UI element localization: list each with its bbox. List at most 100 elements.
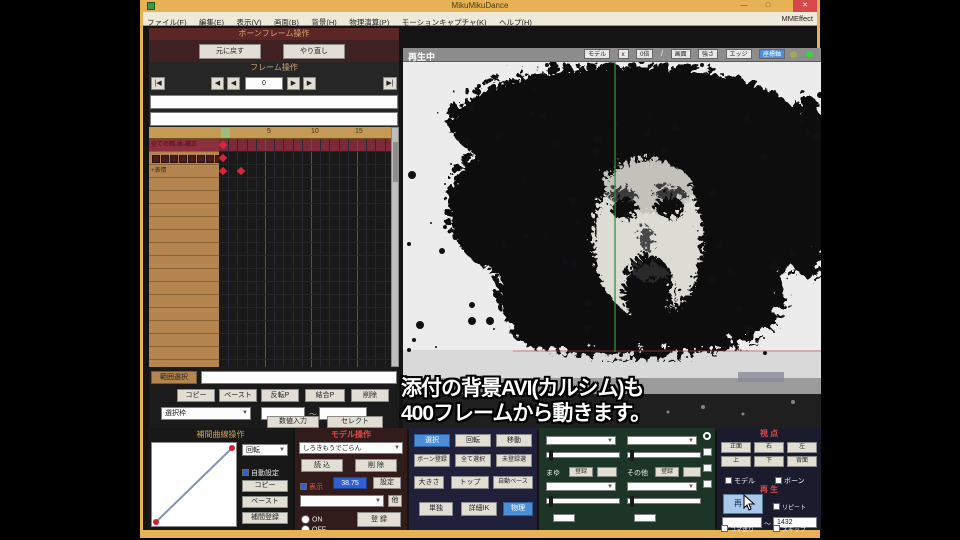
timeline-empty-row-label[interactable] <box>149 321 219 334</box>
frame-prev-button[interactable]: ◀ <box>227 77 240 90</box>
delete-button[interactable]: 削除 <box>351 389 389 402</box>
undo-button[interactable]: 元に戻す <box>199 44 261 59</box>
model-register-button[interactable]: 登 録 <box>357 512 401 527</box>
paste-button[interactable]: ペースト <box>219 389 257 402</box>
bone-select-button[interactable]: 選択 <box>414 434 450 447</box>
timeline-empty-row-label[interactable] <box>149 243 219 256</box>
numeric-input-button[interactable]: 数値入力 <box>267 416 319 428</box>
facial-spin-box-2[interactable] <box>703 464 712 472</box>
model-sub-combo[interactable]: ▼ <box>300 495 384 507</box>
menu-mocap[interactable]: モーションキャプチャ(K) <box>398 15 491 28</box>
brow-extra-button[interactable] <box>597 467 617 477</box>
menu-view[interactable]: 表示(V) <box>232 15 265 28</box>
select-frame-combo[interactable]: 選択枠 ▼ <box>161 407 251 420</box>
slider-thumb[interactable] <box>549 496 553 507</box>
top-button[interactable]: トップ <box>451 476 489 489</box>
view-left-button[interactable]: 左 <box>787 442 817 453</box>
facial-spin-box-3[interactable] <box>703 480 712 488</box>
other-register-button[interactable]: 登録 <box>655 467 679 477</box>
curve-target-combo[interactable]: 回転 ▼ <box>242 444 288 456</box>
bone-move-button[interactable]: 移動 <box>496 434 532 447</box>
frame-first-button[interactable]: |◀ <box>151 77 165 90</box>
redo-button[interactable]: やり直し <box>283 44 345 59</box>
curve-copy-button[interactable]: コピー <box>242 480 288 492</box>
camera-follow-icon[interactable] <box>703 432 711 440</box>
maximize-button[interactable]: □ <box>759 1 777 11</box>
slider-thumb[interactable] <box>630 450 634 461</box>
physics-button[interactable]: 物理 <box>503 502 533 516</box>
slider-thumb[interactable] <box>549 450 553 461</box>
minimize-button[interactable]: — <box>735 1 753 11</box>
timeline-empty-row-label[interactable] <box>149 295 219 308</box>
frame-step-checkbox[interactable]: コマ送り <box>721 520 754 538</box>
edge-value-input[interactable]: 38.75 <box>333 477 367 489</box>
zoom-toolbar-button[interactable]: 0倍 <box>636 49 654 59</box>
range-select-button[interactable]: 範囲選択 <box>151 371 197 384</box>
select-all-button[interactable]: 全て選択 <box>455 454 491 467</box>
model-select-combo[interactable]: しろきもうでごらん ▼ <box>299 442 403 454</box>
slider-thumb[interactable] <box>630 496 634 507</box>
model-show-checkbox[interactable]: 表示 <box>300 478 323 496</box>
brow-morph-combo[interactable]: ▼ <box>546 436 616 445</box>
render-viewport[interactable] <box>403 62 821 430</box>
curve-paste-button[interactable]: ペースト <box>242 496 288 508</box>
copy-button[interactable]: コピー <box>177 389 215 402</box>
bezier-curve-editor[interactable] <box>151 442 237 527</box>
other-morph-combo[interactable]: ▼ <box>627 482 697 491</box>
timeline-empty-row-label[interactable] <box>149 256 219 269</box>
timeline-empty-row-label[interactable] <box>149 178 219 191</box>
model-other-button[interactable]: 他 <box>388 495 402 507</box>
timeline-empty-row-label[interactable] <box>149 217 219 230</box>
view-back-button[interactable]: 背面 <box>787 456 817 467</box>
frame-next2-button[interactable]: ▶ <box>303 77 316 90</box>
curve-register-button[interactable]: 補間登録 <box>242 512 288 524</box>
skip-checkbox[interactable]: スキップ <box>773 520 806 538</box>
timeline-row-label-selected[interactable]: 全ての親-体-補正 <box>149 139 219 152</box>
bone-register-button[interactable]: ボーン登録 <box>414 454 450 467</box>
size-button[interactable]: 大きさ <box>414 476 444 489</box>
view-bottom-button[interactable]: 下 <box>754 456 784 467</box>
strength-toolbar-button[interactable]: 強さ <box>698 49 719 59</box>
eye-slider[interactable] <box>627 450 701 461</box>
axis-toggle-button[interactable]: 座標軸 <box>758 49 785 59</box>
view-front-button[interactable]: 正面 <box>721 442 751 453</box>
frame-last-button[interactable]: ▶| <box>383 77 397 90</box>
timeline-empty-row-label[interactable] <box>149 204 219 217</box>
menu-physics[interactable]: 物理演算(P) <box>345 15 393 28</box>
eye-morph-combo[interactable]: ▼ <box>627 436 697 445</box>
timeline-header[interactable]: 5 10 15 <box>149 127 391 139</box>
timeline-scrollbar-thumb[interactable] <box>393 142 399 182</box>
x-toolbar-button[interactable]: x <box>617 49 629 59</box>
reverse-paste-button[interactable]: 反転P <box>261 389 299 402</box>
timeline-scrollbar[interactable] <box>391 127 399 367</box>
close-button[interactable]: ✕ <box>793 0 817 12</box>
single-button[interactable]: 単独 <box>419 502 453 516</box>
unregistered-select-button[interactable]: 未登録選 <box>496 454 532 467</box>
frame-number-input[interactable]: 0 <box>245 77 283 90</box>
bone-rotate-button[interactable]: 回転 <box>455 434 491 447</box>
brow-register-button[interactable]: 登録 <box>569 467 593 477</box>
other-slider[interactable] <box>627 496 701 507</box>
facial-spin-box-1[interactable] <box>703 448 712 456</box>
screen-toolbar-button[interactable]: 画面 <box>670 49 691 59</box>
menu-help[interactable]: ヘルプ(H) <box>495 15 536 28</box>
model-load-button[interactable]: 読 込 <box>301 459 343 472</box>
view-right-button[interactable]: 右 <box>754 442 784 453</box>
timeline-grid[interactable] <box>219 139 391 367</box>
timeline-empty-row-label[interactable] <box>149 282 219 295</box>
brow-slider[interactable] <box>546 450 620 461</box>
menu-file[interactable]: ファイル(F) <box>143 15 191 28</box>
model-delete-button[interactable]: 削 除 <box>355 459 397 472</box>
detail-ik-button[interactable]: 詳細IK <box>461 502 497 516</box>
frame-range-input-1[interactable] <box>150 95 398 109</box>
lip-slider[interactable] <box>546 496 620 507</box>
timeline-row-label-morph[interactable]: +表情 <box>149 165 219 178</box>
lip-morph-combo[interactable]: ▼ <box>546 482 616 491</box>
frame-range-input-2[interactable] <box>150 112 398 126</box>
auto-base-button[interactable]: 自動ベース <box>493 476 533 489</box>
timeline-row-label-icons[interactable] <box>149 152 219 165</box>
menu-screen[interactable]: 画面(B) <box>270 15 303 28</box>
bone-name-input[interactable] <box>201 371 397 384</box>
timeline-empty-row-label[interactable] <box>149 191 219 204</box>
facial-small-box-left[interactable] <box>553 514 575 522</box>
